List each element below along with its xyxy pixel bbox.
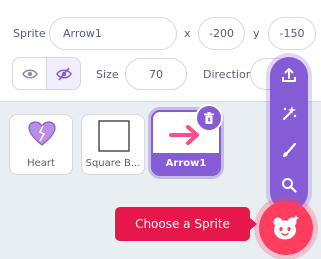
direction-label: Direction [203, 68, 253, 81]
choose-sprite-tooltip: Choose a Sprite [115, 207, 257, 241]
upload-sprite-button[interactable] [270, 57, 308, 93]
sprite-name-label: Square B... [85, 158, 141, 169]
hide-sprite-button[interactable] [46, 57, 81, 90]
sprite-label: Sprite [13, 27, 46, 40]
cat-face-icon [273, 215, 299, 240]
upload-icon [282, 68, 296, 82]
size-input[interactable]: 70 [125, 58, 187, 90]
eye-icon [21, 69, 38, 78]
sprite-name-label: Arrow1 [153, 153, 219, 174]
search-icon [282, 178, 297, 193]
paint-button[interactable] [270, 133, 308, 169]
search-sprite-button[interactable] [270, 167, 308, 203]
square-icon [98, 120, 130, 152]
choose-sprite-button[interactable] [259, 201, 313, 255]
sprite-tile-square[interactable]: Square B... [81, 114, 145, 175]
trash-icon [204, 111, 214, 124]
sprite-name-label: Heart [27, 158, 55, 169]
surprise-icon [283, 106, 297, 120]
y-input[interactable]: -150 [268, 17, 316, 50]
paint-icon [283, 143, 297, 157]
eye-crossed-icon [55, 66, 72, 81]
sprite-name-input[interactable]: Arrow1 [49, 17, 177, 50]
size-label: Size [96, 68, 119, 81]
surprise-button[interactable] [270, 95, 308, 131]
x-label: x [184, 27, 191, 40]
y-label: y [253, 27, 260, 40]
delete-sprite-button[interactable] [195, 104, 223, 132]
sprite-tile-heart[interactable]: Heart [9, 114, 73, 175]
x-input[interactable]: -200 [198, 17, 245, 50]
heart-icon [28, 121, 56, 146]
show-sprite-button[interactable] [12, 57, 47, 90]
